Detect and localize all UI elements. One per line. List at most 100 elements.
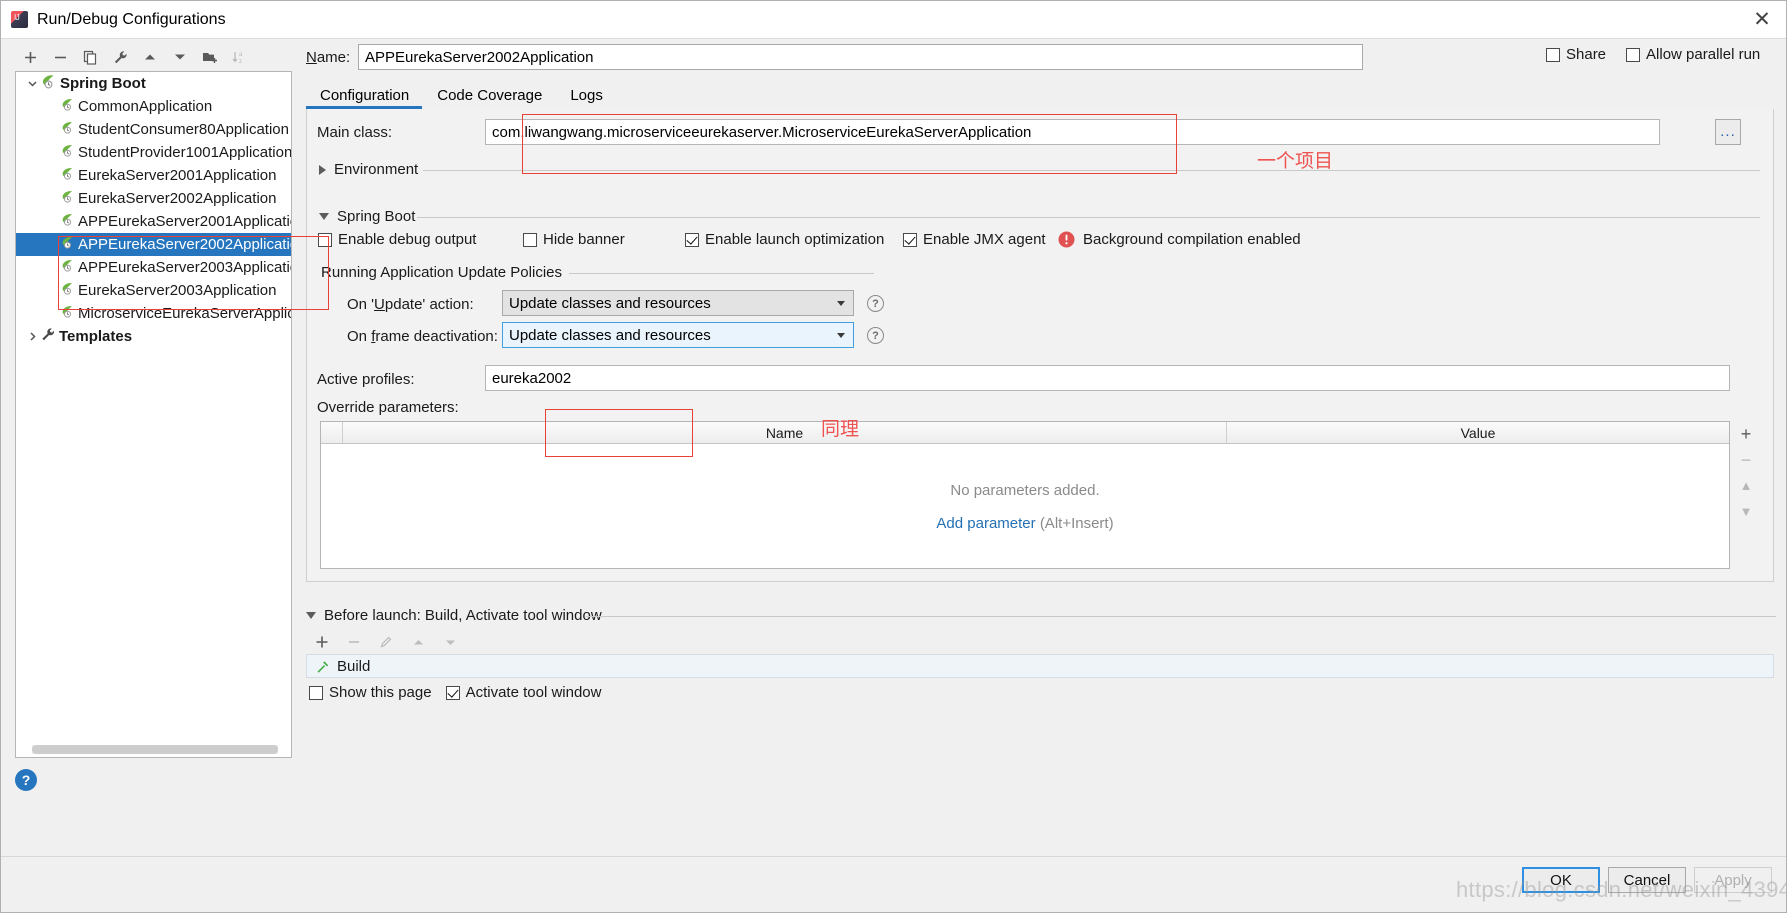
configuration-panel: Main class: com.liwangwang.microservicee… (306, 109, 1774, 582)
tree-item-appeurekaserver2002application[interactable]: APPEurekaServer2002Application (16, 233, 291, 256)
before-launch-header[interactable]: Before launch: Build, Activate tool wind… (306, 607, 602, 624)
enable-debug-output-label: Enable debug output (338, 231, 477, 248)
section-divider (569, 273, 874, 274)
checkbox-box[interactable] (309, 685, 323, 700)
spring-boot-section-header[interactable]: Spring Boot (319, 208, 415, 225)
background-compilation-status: Background compilation enabled (1058, 231, 1301, 248)
chevron-down-icon[interactable] (837, 333, 845, 338)
checkbox-box[interactable] (318, 232, 332, 247)
tree-item-appeurekaserver2001application[interactable]: APPEurekaServer2001Application (16, 210, 291, 233)
edit-pencil-icon[interactable] (372, 631, 400, 653)
checkbox-box[interactable] (445, 685, 460, 700)
tree-item-eurekaserver2003application[interactable]: EurekaServer2003Application (16, 279, 291, 302)
table-add-row-button[interactable]: + (1741, 425, 1752, 443)
chevron-down-icon[interactable] (319, 213, 329, 220)
chevron-down-icon[interactable] (837, 301, 845, 306)
checkbox-box[interactable] (1546, 47, 1560, 62)
on-update-action-label: On 'Update' action: (347, 296, 474, 313)
move-down-button[interactable] (165, 44, 195, 70)
name-label: Name: (306, 48, 351, 66)
copy-configuration-button[interactable] (75, 44, 105, 70)
before-launch-add-button[interactable] (308, 631, 336, 653)
enable-jmx-agent-label: Enable JMX agent (923, 231, 1046, 248)
share-checkbox[interactable]: Share (1546, 46, 1606, 63)
spring-boot-icon (60, 98, 75, 116)
tree-item-studentconsumer80application[interactable]: StudentConsumer80Application (16, 118, 291, 141)
configurations-tree[interactable]: Spring Boot CommonApplication StudentCon… (15, 71, 292, 758)
chevron-right-icon[interactable] (319, 164, 326, 175)
name-input[interactable] (358, 44, 1363, 70)
on-frame-deactivation-label: On frame deactivation: (347, 328, 498, 345)
before-launch-move-up-button[interactable] (404, 631, 432, 653)
tree-item-eurekaserver2002application[interactable]: EurekaServer2002Application (16, 187, 291, 210)
hide-banner-checkbox[interactable]: Hide banner (523, 231, 685, 248)
svg-text:z: z (239, 59, 242, 65)
spring-boot-icon (60, 236, 75, 254)
table-move-up-button[interactable]: ▲ (1740, 477, 1753, 495)
enable-jmx-agent-checkbox[interactable]: Enable JMX agent (903, 231, 1058, 248)
before-launch-remove-button[interactable] (340, 631, 368, 653)
tab-logs[interactable]: Logs (556, 83, 617, 109)
chevron-down-icon[interactable] (306, 612, 316, 619)
tree-group-templates[interactable]: Templates (16, 325, 291, 348)
tree-item-appeurekaserver2003application[interactable]: APPEurekaServer2003Application (16, 256, 291, 279)
show-this-page-checkbox[interactable]: Show this page (309, 684, 432, 701)
move-up-button[interactable] (135, 44, 165, 70)
table-empty-state: No parameters added. Add parameter (Alt+… (321, 444, 1729, 569)
chevron-right-icon[interactable] (24, 331, 40, 342)
wrench-icon[interactable] (105, 44, 135, 70)
spring-boot-icon (60, 259, 75, 277)
close-icon[interactable]: ✕ (1736, 1, 1786, 38)
enable-launch-optimization-checkbox[interactable]: Enable launch optimization (685, 231, 903, 248)
section-divider (586, 616, 1776, 617)
main-class-field[interactable]: com.liwangwang.microserviceeurekaserver.… (485, 119, 1660, 145)
before-launch-task-row[interactable]: Build (306, 654, 1774, 678)
allow-parallel-run-checkbox[interactable]: Allow parallel run (1626, 46, 1760, 63)
checkbox-box[interactable] (685, 232, 699, 247)
add-parameter-link[interactable]: Add parameter (936, 515, 1035, 532)
scrollbar-thumb[interactable] (32, 745, 278, 754)
sort-az-icon[interactable]: a z (225, 44, 255, 70)
environment-section-header[interactable]: Environment (319, 161, 418, 178)
tab-code-coverage[interactable]: Code Coverage (423, 83, 556, 109)
chevron-down-icon[interactable] (24, 78, 40, 89)
tree-item-commonapplication[interactable]: CommonApplication (16, 95, 291, 118)
checkbox-box[interactable] (1626, 47, 1641, 62)
tree-item-studentprovider1001application[interactable]: StudentProvider1001Application (16, 141, 291, 164)
table-remove-row-button[interactable]: − (1741, 451, 1752, 469)
help-button[interactable]: ? (15, 769, 37, 791)
on-update-action-combo[interactable]: Update classes and resources (502, 290, 854, 316)
checkbox-box[interactable] (523, 232, 537, 247)
checkbox-box[interactable] (903, 232, 917, 247)
tree-toolbar: a z (15, 43, 295, 71)
run-debug-configurations-dialog: Run/Debug Configurations ✕ (0, 0, 1787, 913)
activate-tool-window-label: Activate tool window (465, 684, 602, 701)
add-parameter-hint: (Alt+Insert) (1039, 514, 1114, 532)
override-parameters-table[interactable]: Name Value No parameters added. Add para… (320, 421, 1730, 569)
activate-tool-window-checkbox[interactable]: Activate tool window (445, 684, 602, 701)
tree-item-label: APPEurekaServer2002Application (78, 236, 291, 253)
on-update-help-icon[interactable]: ? (867, 295, 884, 312)
override-parameters-label: Override parameters: (317, 399, 459, 416)
footer-divider (1, 856, 1786, 857)
tree-group-spring-boot[interactable]: Spring Boot (16, 72, 291, 95)
active-profiles-field[interactable]: eureka2002 (485, 365, 1730, 391)
name-row: Name: (306, 44, 1363, 70)
intellij-idea-icon (11, 11, 28, 28)
enable-debug-output-checkbox[interactable]: Enable debug output (318, 231, 523, 248)
folder-plus-icon[interactable] (195, 44, 225, 70)
tree-item-label: StudentConsumer80Application (78, 121, 289, 138)
table-move-down-button[interactable]: ▼ (1740, 503, 1753, 521)
tree-item-eurekaserver2001application[interactable]: EurekaServer2001Application (16, 164, 291, 187)
before-launch-move-down-button[interactable] (436, 631, 464, 653)
tree-horizontal-scrollbar[interactable] (32, 745, 278, 754)
watermark: https://blog.csdn.net/weixin_43943548 (1456, 877, 1786, 902)
dialog-titlebar: Run/Debug Configurations ✕ (1, 1, 1786, 39)
on-frame-help-icon[interactable]: ? (867, 327, 884, 344)
remove-configuration-button[interactable] (45, 44, 75, 70)
on-frame-deactivation-combo[interactable]: Update classes and resources (502, 322, 854, 348)
browse-main-class-button[interactable]: ... (1715, 119, 1741, 145)
tree-item-microserviceeurekaserverapplication[interactable]: MicroserviceEurekaServerApplica (16, 302, 291, 325)
build-hammer-icon (315, 659, 330, 674)
add-configuration-button[interactable] (15, 44, 45, 70)
